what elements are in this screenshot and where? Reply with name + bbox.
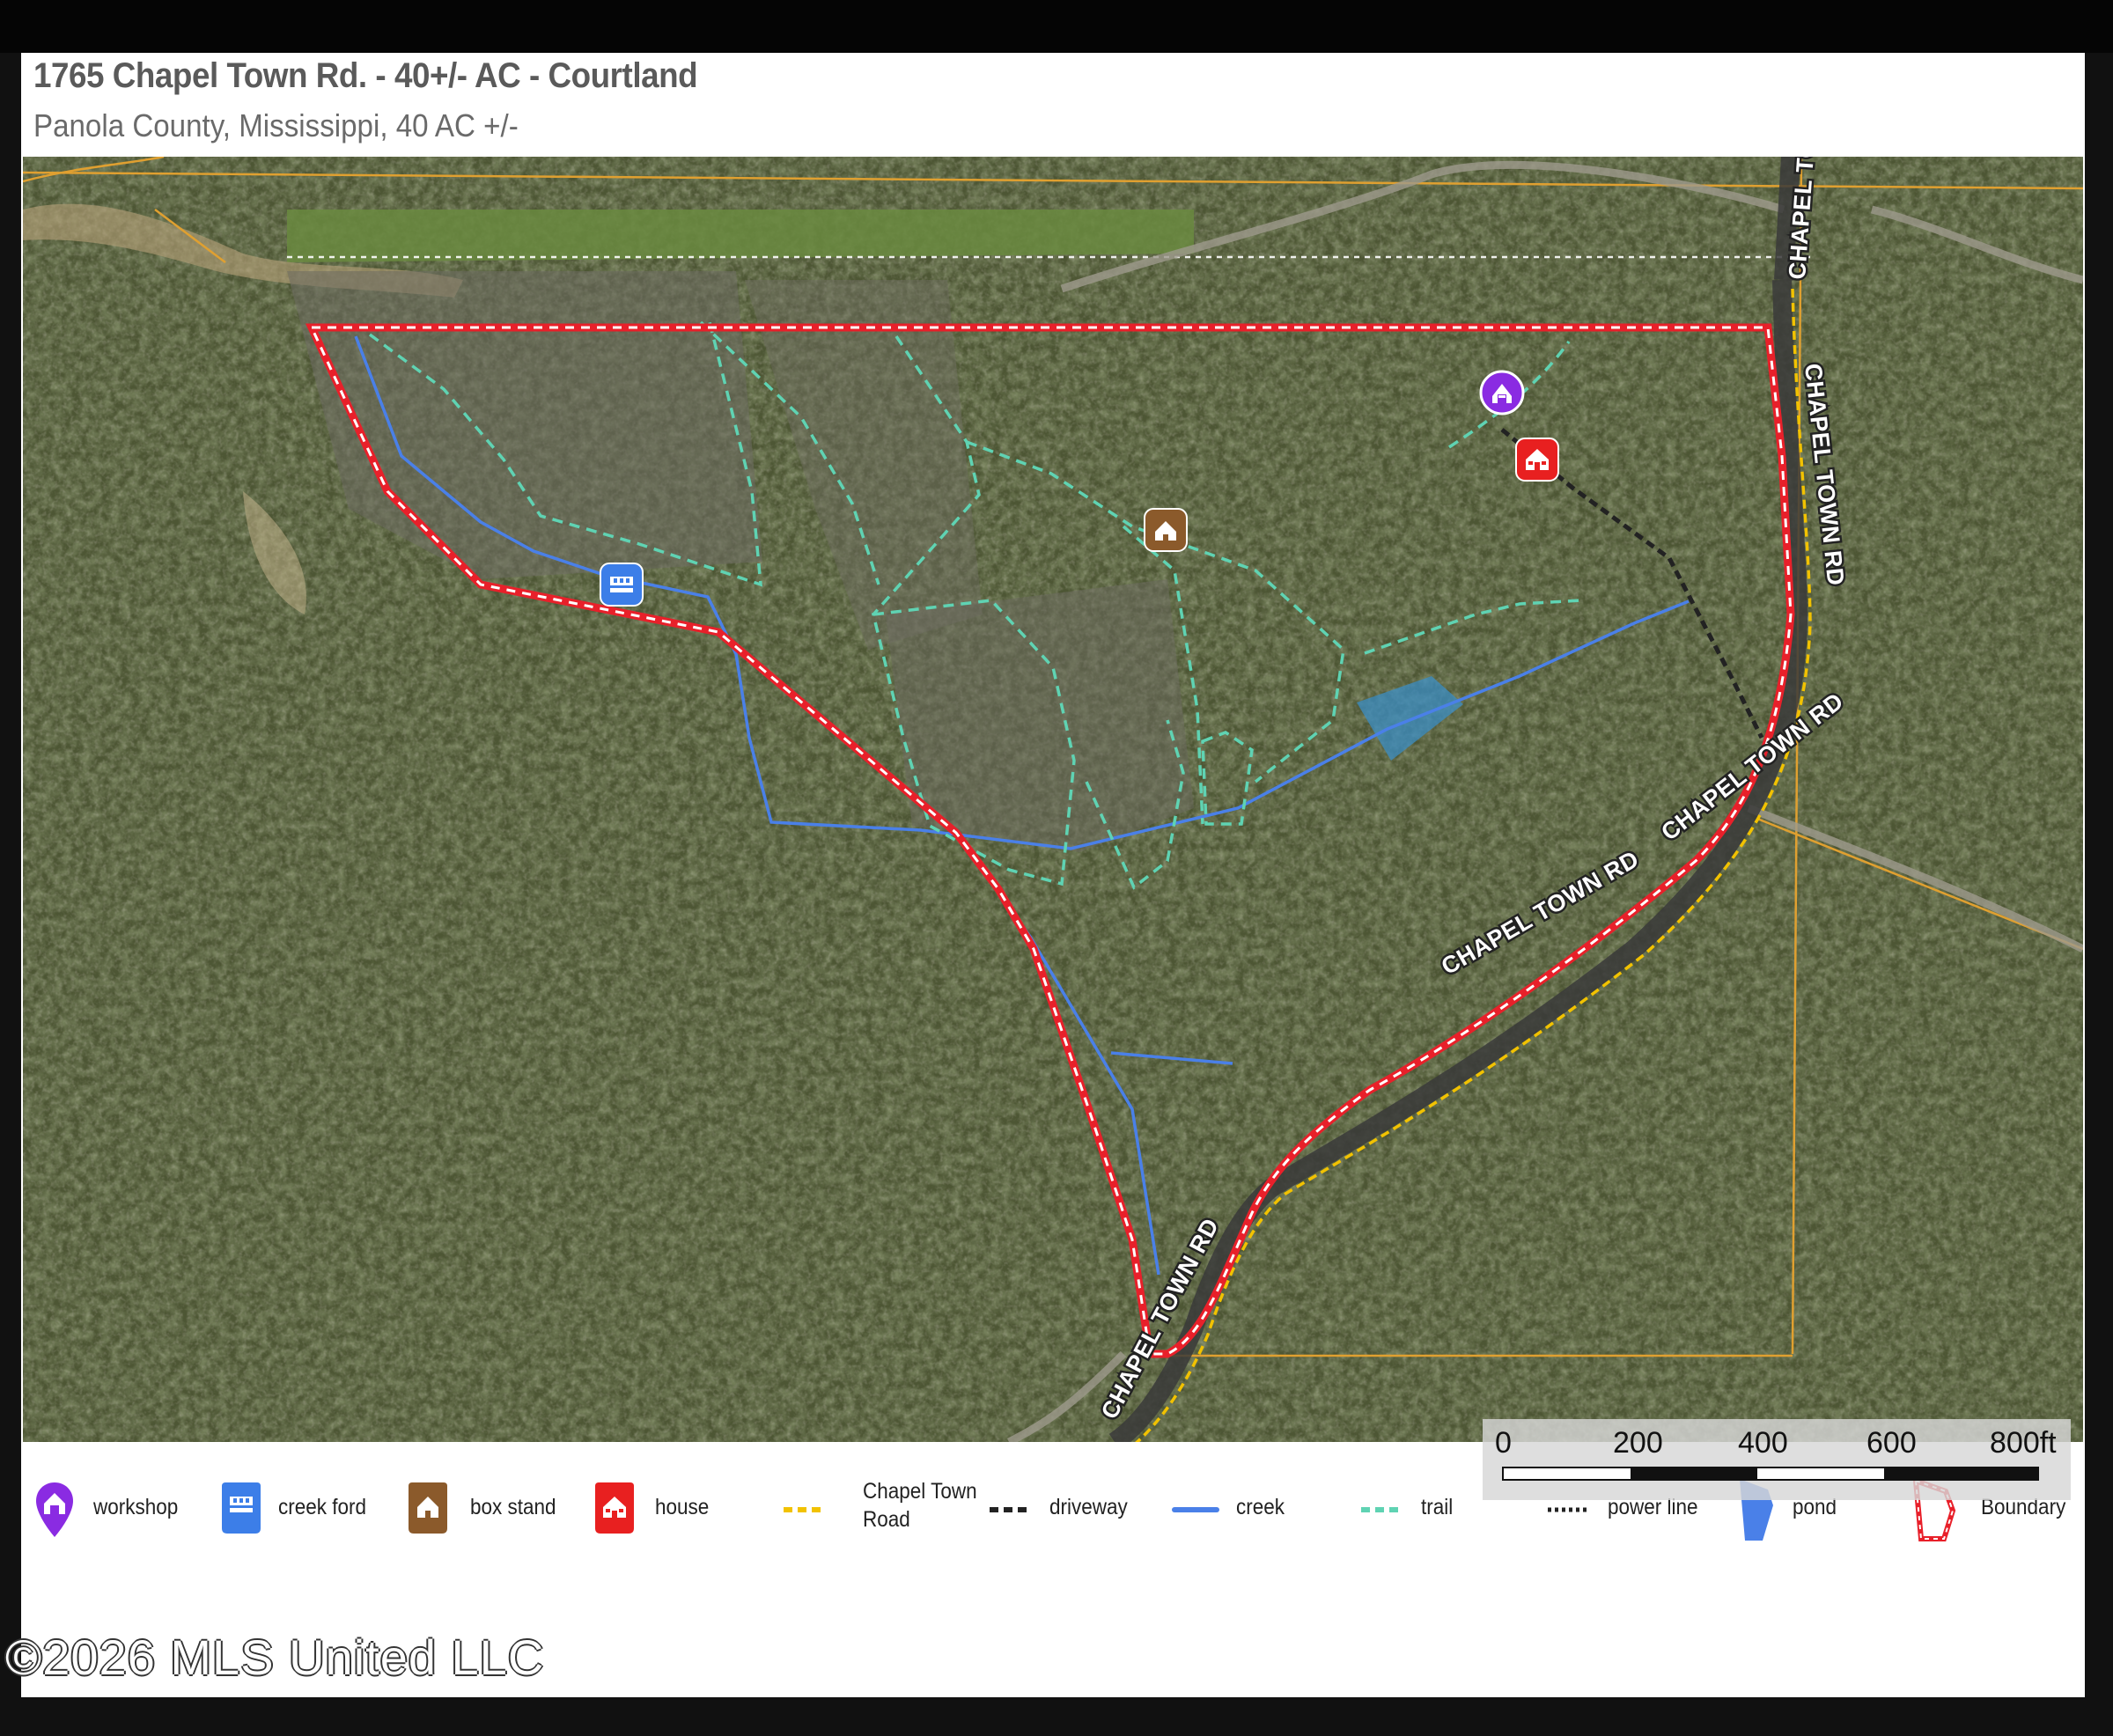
legend-label-road-line2: Road <box>863 1507 910 1532</box>
house-marker[interactable] <box>1515 438 1559 482</box>
creek-ford-icon <box>222 1482 261 1534</box>
legend-label-workshop: workshop <box>93 1495 179 1519</box>
aerial-map[interactable]: CHAPEL TOWN RD CHAPEL TOWN RD CHAPEL TOW… <box>23 157 2083 1442</box>
driveway-dash-icon <box>990 1507 1032 1512</box>
legend-label-creek-ford: creek ford <box>278 1495 367 1519</box>
creek-ford-marker[interactable] <box>600 563 644 607</box>
legend-label-road-line1: Chapel Town <box>863 1479 977 1504</box>
page-subtitle: Panola County, Mississippi, 40 AC +/- <box>33 107 519 143</box>
legend-label-box-stand: box stand <box>470 1495 556 1519</box>
map-canvas[interactable]: CHAPEL TOWN RD CHAPEL TOWN RD CHAPEL TOW… <box>23 157 2083 1442</box>
trail-dash-icon <box>1361 1507 1403 1512</box>
legend-label-trail: trail <box>1421 1495 1454 1519</box>
scale-bar-graphic <box>1502 1467 2039 1481</box>
creek-line-icon <box>1172 1507 1219 1512</box>
box-stand-marker[interactable] <box>1144 508 1188 552</box>
box-stand-icon <box>409 1482 447 1534</box>
workshop-marker[interactable] <box>1479 370 1525 416</box>
map-panel: 1765 Chapel Town Rd. - 40+/- AC - Courtl… <box>5 53 2085 1697</box>
north-field-green <box>287 210 1194 262</box>
road-dash-icon <box>784 1507 826 1512</box>
legend-label-driveway: driveway <box>1049 1495 1128 1519</box>
page-title: 1765 Chapel Town Rd. - 40+/- AC - Courtl… <box>33 56 698 95</box>
legend-label-creek: creek <box>1236 1495 1285 1519</box>
house-icon <box>595 1482 634 1534</box>
legend-label-house: house <box>655 1495 710 1519</box>
copyright-watermark: ©2026 MLS United LLC <box>5 1629 545 1685</box>
top-black-bar <box>0 0 2113 53</box>
workshop-icon <box>36 1482 73 1537</box>
scale-bar: 0 200 400 600 800ft <box>1483 1419 2071 1500</box>
